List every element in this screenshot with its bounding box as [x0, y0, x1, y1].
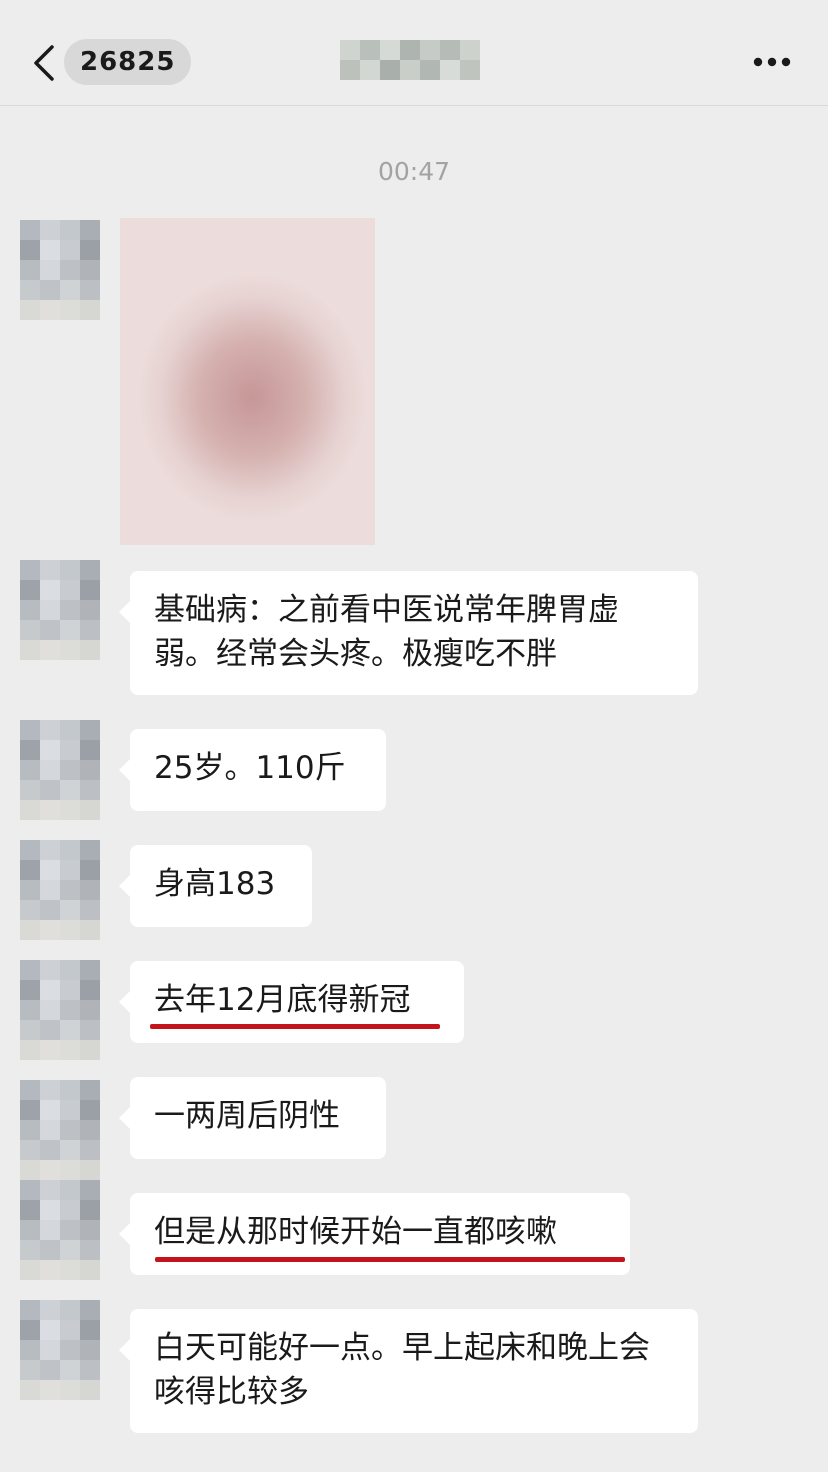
message-bubble[interactable]: 白天可能好一点。早上起床和晚上会咳得比较多	[119, 1309, 698, 1433]
message-bubble[interactable]: 去年12月底得新冠	[119, 961, 464, 1043]
navigation-bar: 26825	[0, 0, 828, 106]
avatar[interactable]	[20, 1080, 100, 1180]
ellipsis-icon[interactable]	[752, 56, 792, 68]
unread-count-badge[interactable]: 26825	[64, 39, 192, 85]
avatar[interactable]	[20, 720, 100, 820]
avatar[interactable]	[20, 560, 100, 660]
avatar[interactable]	[20, 960, 100, 1060]
message-timestamp: 00:47	[377, 157, 451, 186]
avatar[interactable]	[20, 1300, 100, 1400]
message-bubble[interactable]: 但是从那时候开始一直都咳嗽	[119, 1193, 630, 1275]
red-underline	[150, 1024, 440, 1029]
avatar[interactable]	[20, 840, 100, 940]
avatar[interactable]	[20, 1180, 100, 1280]
message-bubble[interactable]: 基础病：之前看中医说常年脾胃虚弱。经常会头疼。极瘦吃不胖	[119, 571, 698, 695]
message-bubble[interactable]: 一两周后阴性	[119, 1077, 386, 1159]
message-bubble[interactable]: 身高183	[119, 845, 312, 927]
message-bubble[interactable]: 25岁。110斤	[119, 729, 386, 811]
chat-title-redacted	[340, 40, 480, 80]
avatar[interactable]	[20, 220, 100, 320]
red-underline	[155, 1257, 625, 1262]
image-message[interactable]	[120, 218, 375, 545]
chevron-left-icon[interactable]	[30, 44, 58, 82]
